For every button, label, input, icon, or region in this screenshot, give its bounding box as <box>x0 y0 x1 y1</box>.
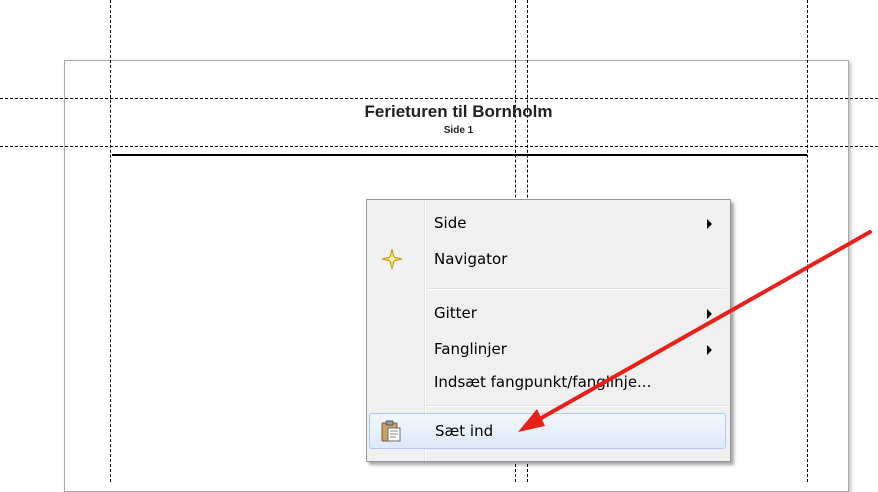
arrow-shaft <box>534 230 872 423</box>
red-annotation-arrow <box>518 230 872 432</box>
arrow-head <box>518 409 545 432</box>
